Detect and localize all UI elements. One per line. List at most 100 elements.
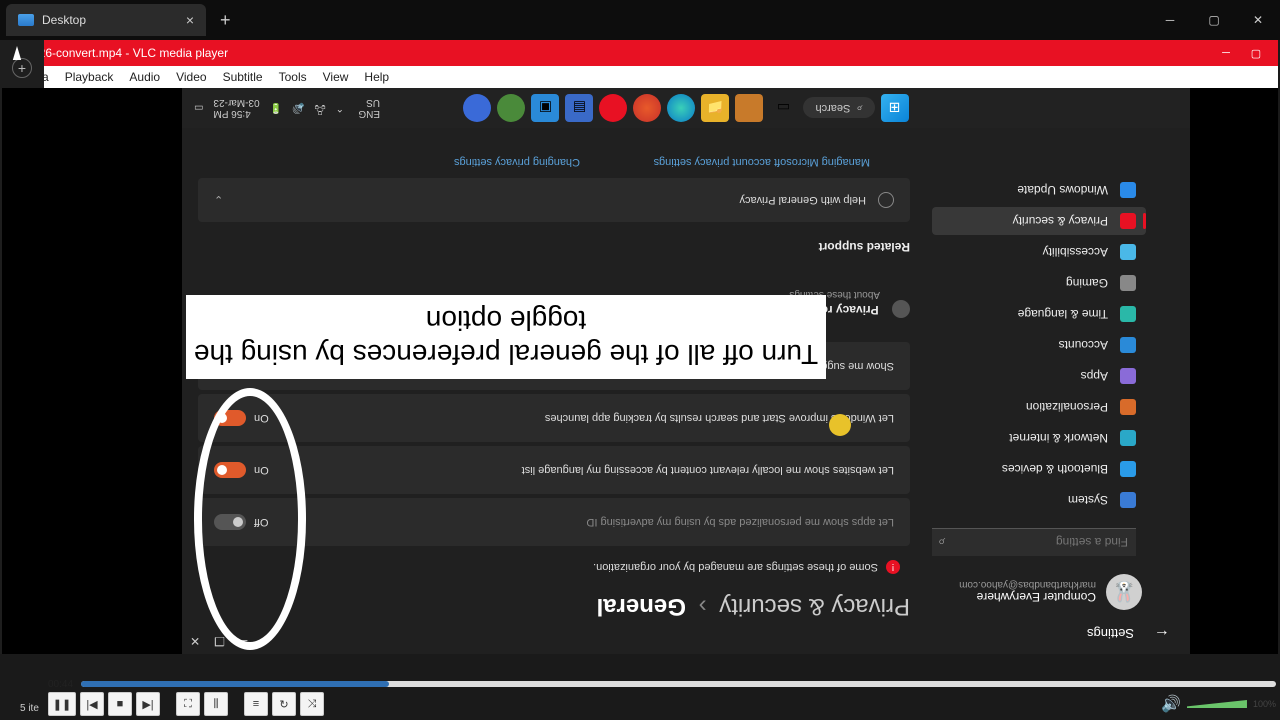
menu-audio[interactable]: Audio	[123, 68, 166, 86]
sidebar-item-label: Apps	[1081, 369, 1108, 383]
sidebar-item-label: Personalization	[1026, 400, 1108, 414]
notifications-icon[interactable]: ▭	[194, 103, 203, 114]
battery-icon[interactable]: 🔋	[270, 103, 282, 114]
sidebar-item-label: Accessibility	[1043, 245, 1108, 259]
frame-restore-icon[interactable]: ❐	[214, 634, 225, 648]
vlc-menubar: Media Playback Audio Video Subtitle Tool…	[2, 66, 1278, 88]
cursor-highlight-icon	[829, 414, 851, 436]
sidebar-icon	[1120, 275, 1136, 291]
vlc-file-title: 326-convert.mp4 - VLC media player	[32, 46, 228, 60]
link-change-privacy[interactable]: Changing privacy settings	[454, 156, 580, 168]
menu-video[interactable]: Video	[170, 68, 212, 86]
sidebar-item-label: Network & internet	[1009, 431, 1108, 445]
setting-row: Let Windows improve Start and search res…	[198, 394, 910, 442]
volume-control[interactable]: 🔊 100%	[1161, 694, 1276, 714]
sidebar-icon	[1120, 399, 1136, 415]
loop-button[interactable]: ↻	[272, 692, 296, 716]
tray-lang[interactable]: ENG US	[354, 97, 380, 119]
menu-view[interactable]: View	[317, 68, 355, 86]
menu-subtitle[interactable]: Subtitle	[217, 68, 269, 86]
elapsed-time: 00:44	[48, 679, 73, 690]
user-block[interactable]: 🐰 Computer Everywhere markhartbandbas@ya…	[959, 574, 1142, 610]
user-name: Computer Everywhere	[959, 591, 1096, 605]
pause-button[interactable]: ❚❚	[48, 692, 76, 716]
help-row[interactable]: Help with General Privacy ⌄	[198, 178, 910, 222]
pinned-app-icon[interactable]	[735, 94, 763, 122]
sidebar-item-network-internet[interactable]: Network & internet	[932, 424, 1146, 452]
sidebar-item-accessibility[interactable]: Accessibility	[932, 238, 1146, 266]
taskbar-search[interactable]: ⌕ Search	[803, 98, 874, 119]
search-input[interactable]	[932, 528, 1136, 556]
menu-help[interactable]: Help	[358, 68, 395, 86]
pinned-app-icon[interactable]: ▣	[531, 94, 559, 122]
managed-warning: ! Some of these settings are managed by …	[593, 560, 900, 574]
frame-close-icon[interactable]: ✕	[190, 634, 200, 648]
speaker-icon[interactable]: 🔊	[1161, 694, 1181, 714]
sidebar-item-time-language[interactable]: Time & language	[932, 300, 1146, 328]
prev-button[interactable]: |◀	[80, 692, 104, 716]
task-view-icon[interactable]: ▭	[769, 94, 797, 122]
network-icon[interactable]: 🖧	[315, 100, 326, 117]
menu-playback[interactable]: Playback	[59, 68, 120, 86]
settings-search[interactable]: ⌕	[932, 528, 1136, 556]
sidebar-icon	[1120, 306, 1136, 322]
vlc-minimize-button[interactable]: ─	[1212, 43, 1240, 63]
menu-tools[interactable]: Tools	[273, 68, 313, 86]
crumb-parent[interactable]: Privacy & security	[719, 593, 910, 620]
browser-tab[interactable]: Desktop ×	[6, 4, 206, 36]
sidebar-icon	[1120, 213, 1136, 229]
window-controls: ─ ▢ ✕	[1148, 0, 1280, 40]
volume-bar[interactable]	[1187, 700, 1247, 708]
opera-icon[interactable]	[599, 94, 627, 122]
edge-icon[interactable]	[667, 94, 695, 122]
resources-icon	[892, 300, 910, 318]
sidebar-icon	[1120, 461, 1136, 477]
pinned-app-icon[interactable]	[497, 94, 525, 122]
ext-settings-button[interactable]: ⫼	[204, 692, 228, 716]
wifi-icon[interactable]: ⌃	[336, 103, 344, 114]
maximize-button[interactable]: ▢	[1192, 0, 1236, 40]
sidebar-item-privacy-security[interactable]: Privacy & security	[932, 207, 1146, 235]
sidebar-item-system[interactable]: System	[932, 486, 1146, 514]
add-icon[interactable]: +	[12, 58, 32, 78]
sidebar-item-bluetooth-devices[interactable]: Bluetooth & devices	[932, 455, 1146, 483]
settings-back-icon[interactable]: ←	[1154, 625, 1170, 643]
sidebar-item-windows-update[interactable]: Windows Update	[932, 176, 1146, 204]
video-viewport: ─ ❐ ✕ ← Settings 🐰 Computer Everywhere m…	[2, 88, 1278, 654]
desktop-icon	[18, 14, 34, 26]
new-tab-button[interactable]: +	[206, 10, 245, 31]
setting-row: Let websites show me locally relevant co…	[198, 446, 910, 494]
sidebar-item-accounts[interactable]: Accounts	[932, 331, 1146, 359]
seek-track[interactable]	[81, 681, 1276, 687]
sidebar-icon	[1120, 337, 1136, 353]
avatar: 🐰	[1106, 574, 1142, 610]
pinned-app-icon[interactable]: 📁	[701, 94, 729, 122]
chevron-right-icon: ›	[699, 593, 707, 620]
close-tab-icon[interactable]: ×	[186, 12, 194, 28]
seek-fill	[81, 681, 389, 687]
crumb-current: General	[597, 593, 686, 620]
search-icon: ⌕	[856, 102, 862, 115]
playlist-button[interactable]: ≡	[244, 692, 268, 716]
windows-taskbar: ⊞ ⌕ Search ▭ 📁 ▤ ▣ ENG US ⌃ 🖧 🔊 🔋	[182, 88, 1190, 128]
stop-button[interactable]: ■	[108, 692, 132, 716]
volume-icon[interactable]: 🔊	[292, 103, 304, 114]
sidebar-item-personalization[interactable]: Personalization	[932, 393, 1146, 421]
sidebar-item-gaming[interactable]: Gaming	[932, 269, 1146, 297]
pinned-app-icon[interactable]	[463, 94, 491, 122]
link-ms-privacy[interactable]: Managing Microsoft account privacy setti…	[654, 156, 870, 168]
sidebar-icon	[1120, 368, 1136, 384]
pinned-app-icon[interactable]: ▤	[565, 94, 593, 122]
start-icon[interactable]: ⊞	[881, 94, 909, 122]
shuffle-button[interactable]: ⤨	[300, 692, 324, 716]
minimize-button[interactable]: ─	[1148, 0, 1192, 40]
vlc-maximize-button[interactable]: ▢	[1242, 43, 1270, 63]
pinned-app-icon[interactable]	[633, 94, 661, 122]
close-button[interactable]: ✕	[1236, 0, 1280, 40]
fullscreen-button[interactable]: ⛶	[176, 692, 200, 716]
system-tray[interactable]: ENG US ⌃ 🖧 🔊 🔋 4:56 PM 03-Mar-23 ▭	[194, 88, 380, 128]
next-button[interactable]: ▶|	[136, 692, 160, 716]
sidebar-item-apps[interactable]: Apps	[932, 362, 1146, 390]
sidebar-icon	[1120, 244, 1136, 260]
sidebar-item-label: Windows Update	[1017, 183, 1108, 197]
